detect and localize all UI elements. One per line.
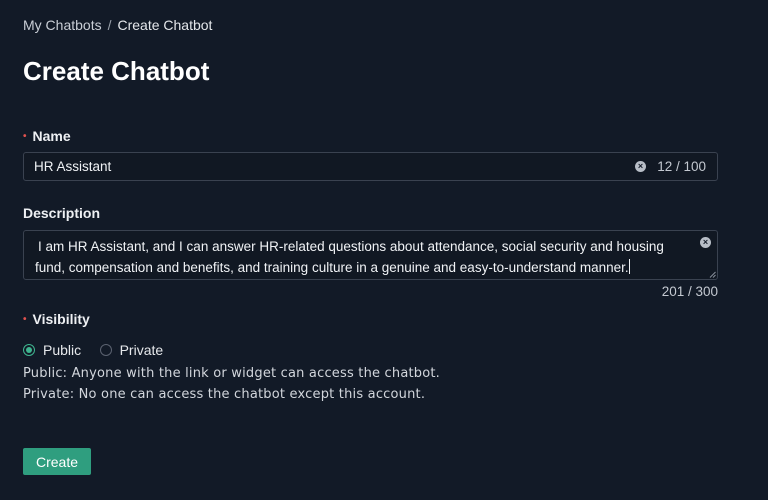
radio-option-public[interactable]: Public xyxy=(23,342,81,358)
radio-public[interactable] xyxy=(23,344,35,356)
required-marker: • xyxy=(23,314,27,325)
clear-icon[interactable]: × xyxy=(700,237,711,248)
breadcrumb-current: Create Chatbot xyxy=(117,17,213,33)
breadcrumb: My Chatbots / Create Chatbot xyxy=(23,17,212,33)
breadcrumb-my-chatbots-link[interactable]: My Chatbots xyxy=(23,17,102,33)
name-char-counter: 12 / 100 xyxy=(657,159,706,174)
name-input-value: HR Assistant xyxy=(34,159,112,174)
clear-icon[interactable]: × xyxy=(635,161,646,172)
description-label: Description xyxy=(23,205,100,221)
name-label: • Name xyxy=(23,128,71,144)
required-marker: • xyxy=(23,131,27,142)
description-label-text: Description xyxy=(23,205,101,221)
breadcrumb-separator: / xyxy=(107,17,112,33)
visibility-help-private: Private: No one can access the chatbot e… xyxy=(23,387,426,402)
name-label-text: Name xyxy=(32,128,71,144)
visibility-help-public: Public: Anyone with the link or widget c… xyxy=(23,366,441,381)
description-textarea-value: I am HR Assistant, and I can answer HR-r… xyxy=(35,236,695,278)
name-input[interactable]: HR Assistant × 12 / 100 xyxy=(23,152,718,181)
radio-option-private[interactable]: Private xyxy=(99,342,164,358)
radio-private-label: Private xyxy=(119,342,164,358)
description-text: I am HR Assistant, and I can answer HR-r… xyxy=(35,239,664,275)
page-title: Create Chatbot xyxy=(23,56,210,86)
description-char-counter: 201 / 300 xyxy=(661,284,718,299)
visibility-label: • Visibility xyxy=(23,311,90,327)
visibility-label-text: Visibility xyxy=(32,311,90,327)
create-button[interactable]: Create xyxy=(23,448,91,475)
text-caret xyxy=(628,259,630,274)
radio-private[interactable] xyxy=(99,344,112,356)
description-textarea[interactable]: I am HR Assistant, and I can answer HR-r… xyxy=(23,230,718,280)
visibility-radio-group: Public Private xyxy=(23,342,177,358)
radio-public-label: Public xyxy=(43,342,82,358)
resize-handle-icon[interactable] xyxy=(709,271,716,278)
